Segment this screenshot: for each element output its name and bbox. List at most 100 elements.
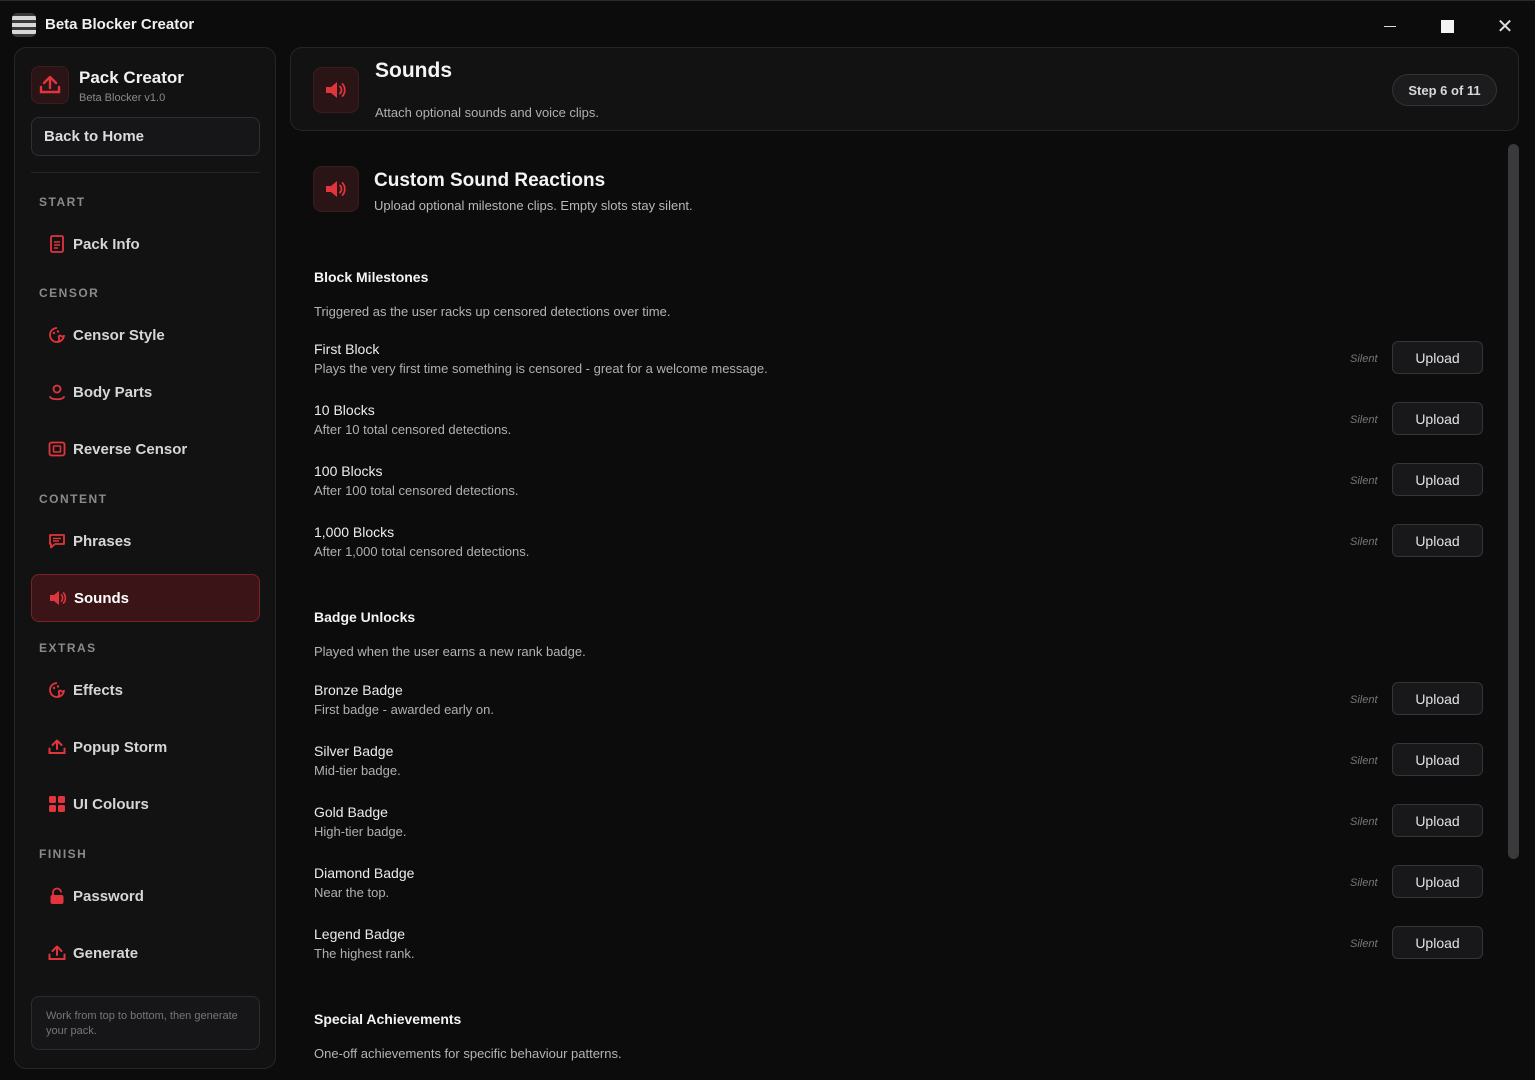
upload-icon (47, 943, 67, 963)
sidebar: Pack Creator Beta Blocker v1.0 Back to H… (14, 47, 276, 1069)
row-title: 10 Blocks (314, 402, 375, 418)
status-label: Silent (1350, 877, 1378, 889)
sidebar-item-body-parts[interactable]: Body Parts (31, 368, 260, 416)
upload-icon (31, 66, 69, 104)
sidebar-item-label: Phrases (73, 532, 132, 550)
step-indicator: Step 6 of 11 (1392, 74, 1497, 106)
scrollbar[interactable] (1508, 144, 1519, 859)
sidebar-item-label: Effects (73, 681, 124, 699)
upload-button[interactable]: Upload (1392, 926, 1483, 959)
lock-icon (47, 886, 67, 906)
speaker-icon (313, 166, 359, 212)
title-bar: Beta Blocker Creator ✕ (0, 1, 1535, 49)
row-title: 1,000 Blocks (314, 524, 395, 540)
sidebar-item-label: Sounds (74, 589, 129, 607)
section-label-extras: EXTRAS (39, 641, 97, 655)
group-description: One-off achievements for specific behavi… (314, 1046, 622, 1061)
row-title: Bronze Badge (314, 682, 403, 698)
sound-row-bronze-badge: Bronze Badge First badge - awarded early… (314, 682, 1484, 722)
brand-version: Beta Blocker v1.0 (79, 92, 166, 104)
app-logo-icon (12, 13, 36, 37)
page-title: Sounds (375, 59, 452, 82)
row-title: Gold Badge (314, 804, 388, 820)
upload-button[interactable]: Upload (1392, 402, 1483, 435)
group-title: Block Milestones (314, 269, 429, 285)
section-title: Custom Sound Reactions (374, 170, 606, 191)
sidebar-item-reverse-censor[interactable]: Reverse Censor (31, 425, 260, 473)
section-label-content: CONTENT (39, 492, 108, 506)
upload-button[interactable]: Upload (1392, 682, 1483, 715)
sidebar-item-label: Pack Info (73, 235, 140, 253)
row-title: Diamond Badge (314, 865, 415, 881)
upload-button[interactable]: Upload (1392, 341, 1483, 374)
sidebar-item-label: Censor Style (73, 326, 165, 344)
sidebar-item-label: Popup Storm (73, 738, 168, 756)
minimize-button[interactable] (1370, 11, 1410, 41)
sidebar-item-label: UI Colours (73, 795, 149, 813)
row-title: Silver Badge (314, 743, 394, 759)
status-label: Silent (1350, 475, 1378, 487)
person-icon (47, 382, 67, 402)
section-label-censor: CENSOR (39, 286, 100, 300)
app-window: Beta Blocker Creator ✕ Pack Creator Beta… (0, 0, 1535, 1080)
document-icon (47, 234, 67, 254)
back-to-home-button[interactable]: Back to Home (31, 117, 260, 156)
sidebar-item-generate[interactable]: Generate (31, 929, 260, 977)
upload-button[interactable]: Upload (1392, 743, 1483, 776)
status-label: Silent (1350, 414, 1378, 426)
row-description: The highest rank. (314, 946, 415, 961)
chat-icon (47, 531, 67, 551)
close-button[interactable]: ✕ (1485, 11, 1525, 41)
row-title: First Block (314, 341, 380, 357)
sidebar-item-pack-info[interactable]: Pack Info (31, 220, 260, 268)
speaker-icon (48, 588, 68, 608)
speaker-icon (313, 67, 359, 113)
upload-button[interactable]: Upload (1392, 804, 1483, 837)
section-label-finish: FINISH (39, 847, 88, 861)
page-header: Sounds Attach optional sounds and voice … (290, 47, 1519, 131)
sidebar-item-effects[interactable]: Effects (31, 666, 260, 714)
sidebar-item-popup-storm[interactable]: Popup Storm (31, 723, 260, 771)
brand-title: Pack Creator (79, 68, 184, 87)
sidebar-item-label: Password (73, 887, 144, 905)
sidebar-item-sounds[interactable]: Sounds (31, 574, 260, 622)
sidebar-item-label: Body Parts (73, 383, 153, 401)
sidebar-item-label: Generate (73, 944, 139, 962)
row-description: Mid-tier badge. (314, 763, 401, 778)
upload-button[interactable]: Upload (1392, 865, 1483, 898)
upload-icon (47, 737, 67, 757)
sidebar-item-ui-colours[interactable]: UI Colours (31, 780, 260, 828)
sound-row-legend-badge: Legend Badge The highest rank. Silent Up… (314, 926, 1484, 966)
status-label: Silent (1350, 755, 1378, 767)
sidebar-item-phrases[interactable]: Phrases (31, 517, 260, 565)
status-label: Silent (1350, 816, 1378, 828)
row-title: Legend Badge (314, 926, 406, 942)
window-title: Beta Blocker Creator (45, 16, 195, 33)
row-description: Plays the very first time something is c… (314, 361, 768, 376)
section-subtitle: Upload optional milestone clips. Empty s… (374, 198, 693, 213)
main-content: Custom Sound Reactions Upload optional m… (290, 131, 1535, 1080)
row-description: After 10 total censored detections. (314, 422, 512, 437)
sidebar-item-censor-style[interactable]: Censor Style (31, 311, 260, 359)
group-description: Triggered as the user racks up censored … (314, 304, 671, 319)
sidebar-item-password[interactable]: Password (31, 872, 260, 920)
minimize-icon (1384, 25, 1396, 27)
group-title: Badge Unlocks (314, 609, 416, 625)
upload-button[interactable]: Upload (1392, 524, 1483, 557)
palette-icon (47, 680, 67, 700)
maximize-button[interactable] (1427, 11, 1467, 41)
status-label: Silent (1350, 353, 1378, 365)
sound-row-first-block: First Block Plays the very first time so… (314, 341, 1484, 381)
sound-row-gold-badge: Gold Badge High-tier badge. Silent Uploa… (314, 804, 1484, 844)
section-label-start: START (39, 195, 86, 209)
row-description: High-tier badge. (314, 824, 407, 839)
close-icon: ✕ (1496, 15, 1514, 38)
status-label: Silent (1350, 536, 1378, 548)
sidebar-item-label: Reverse Censor (73, 440, 188, 458)
sound-row-1000-blocks: 1,000 Blocks After 1,000 total censored … (314, 524, 1484, 564)
maximize-icon (1440, 19, 1454, 33)
sidebar-hint: Work from top to bottom, then generate y… (31, 996, 260, 1050)
grid-icon (47, 794, 67, 814)
upload-button[interactable]: Upload (1392, 463, 1483, 496)
sound-row-silver-badge: Silver Badge Mid-tier badge. Silent Uplo… (314, 743, 1484, 783)
